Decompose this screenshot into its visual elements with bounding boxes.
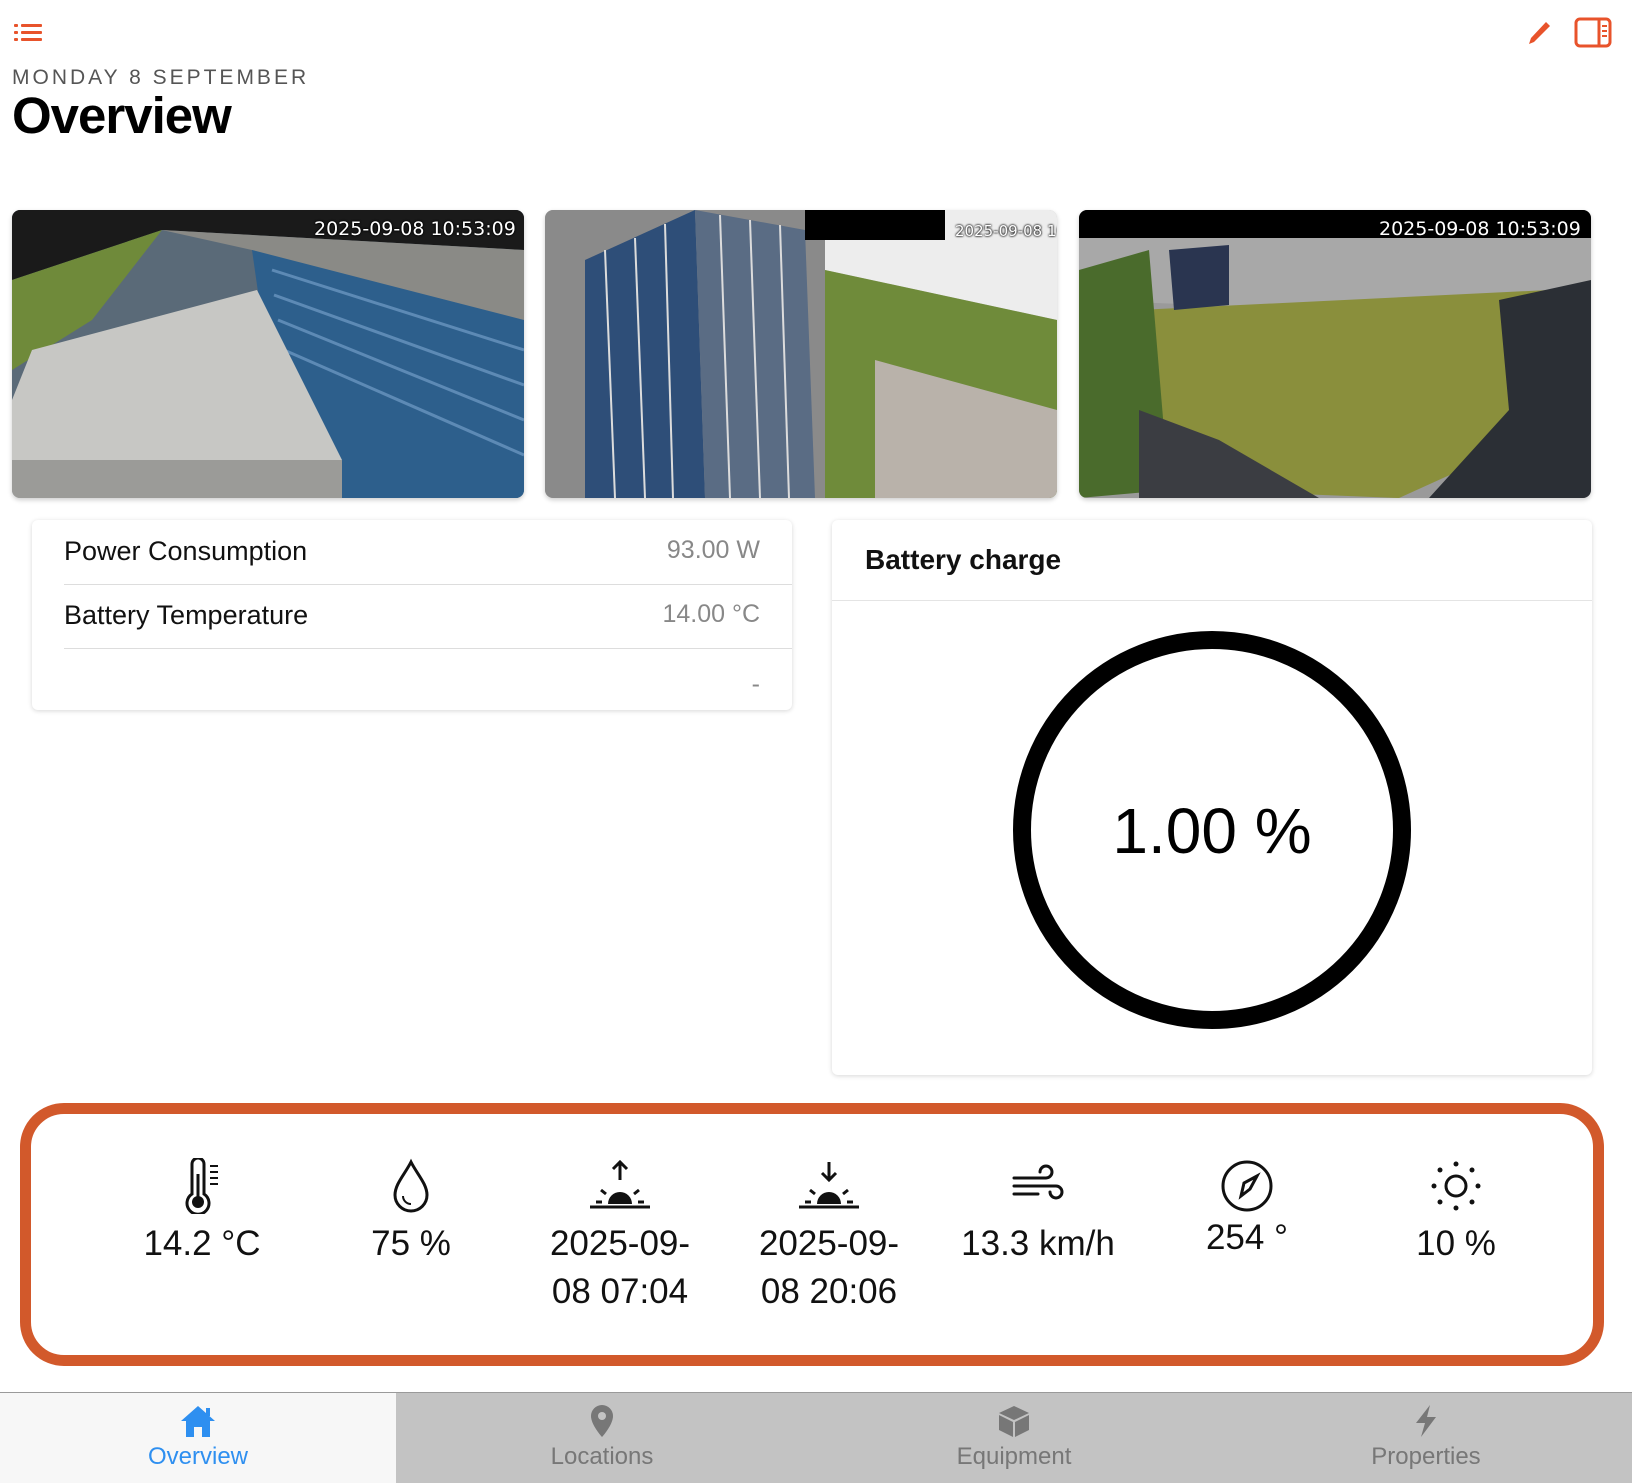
camera-image-field — [1079, 210, 1591, 498]
tab-bar: Overview Locations Equipment Properties — [0, 1392, 1632, 1483]
compass-icon — [1221, 1160, 1273, 1212]
menu-button[interactable] — [14, 20, 44, 46]
weather-item-wind-speed: 13.3 km/h — [933, 1114, 1143, 1268]
weather-panel: 14.2 °C 75 % 2025-09- 08 07:04 2025-09- … — [20, 1103, 1604, 1366]
sunset-icon — [799, 1162, 859, 1209]
sun-icon — [1431, 1161, 1481, 1211]
card-title: Battery charge — [865, 544, 1062, 575]
sunrise-icon — [590, 1159, 650, 1209]
camera-feed-3[interactable]: 2025-09-08 10:53:09 — [1079, 210, 1591, 498]
tab-label: Properties — [1371, 1443, 1481, 1470]
weather-value: 254 ° — [1205, 1218, 1289, 1257]
weather-value: 08 07:04 — [551, 1272, 689, 1311]
weather-item-humidity: 75 % — [306, 1114, 516, 1268]
sensor-value: - — [751, 670, 760, 698]
weather-value: 14.2 °C — [143, 1224, 261, 1263]
tab-label: Equipment — [956, 1443, 1072, 1470]
camera-feed-2[interactable]: 2025-09-08 10:53: — [545, 210, 1057, 498]
weather-item-wind-direction: 254 ° — [1142, 1114, 1352, 1262]
location-pin-icon — [591, 1405, 613, 1437]
sensor-row[interactable]: - — [64, 648, 792, 712]
tab-equipment[interactable]: Equipment — [808, 1393, 1220, 1483]
tab-properties[interactable]: Properties — [1220, 1393, 1632, 1483]
sensor-row[interactable]: Battery Temperature 14.00 °C — [64, 584, 792, 649]
battery-percentage: 1.00 % — [1112, 795, 1312, 867]
tab-label: Locations — [550, 1443, 654, 1470]
sidebar-icon — [1574, 17, 1612, 48]
list-icon — [14, 24, 42, 41]
sensor-value: 14.00 °C — [662, 600, 760, 628]
battery-gauge: 1.00 % — [1012, 630, 1412, 1030]
page-title: Overview — [12, 87, 232, 144]
camera-timestamp: 2025-09-08 10:53:09 — [314, 218, 516, 240]
home-icon — [181, 1406, 215, 1437]
sensor-row[interactable]: Power Consumption 93.00 W — [64, 520, 792, 585]
weather-item-cloud-cover: 10 % — [1351, 1114, 1561, 1268]
card-header: Battery charge — [832, 520, 1592, 601]
weather-item-sunset: 2025-09- 08 20:06 — [724, 1114, 934, 1316]
tab-label: Overview — [147, 1443, 249, 1470]
pencil-icon — [1529, 22, 1550, 44]
battery-charge-card: Battery charge 1.00 % — [832, 520, 1592, 1075]
weather-item-sunrise: 2025-09- 08 07:04 — [515, 1114, 725, 1316]
camera-timestamp: 2025-09-08 10:53: — [955, 222, 1057, 240]
tab-locations[interactable]: Locations — [396, 1393, 808, 1483]
sidebar-toggle-button[interactable] — [1574, 16, 1614, 50]
edit-button[interactable] — [1524, 18, 1554, 48]
sensor-label: Power Consumption — [64, 536, 308, 566]
weather-value: 10 % — [1416, 1224, 1496, 1263]
thermometer-icon — [185, 1158, 218, 1214]
weather-item-temperature: 14.2 °C — [97, 1114, 307, 1268]
weather-value: 13.3 km/h — [961, 1224, 1115, 1263]
tab-overview[interactable]: Overview — [0, 1393, 396, 1483]
camera-image-solar-panels — [545, 210, 1057, 498]
lightning-icon — [1416, 1405, 1436, 1437]
weather-value: 2025-09- — [758, 1224, 900, 1263]
weather-value: 75 % — [371, 1224, 451, 1263]
water-drop-icon — [393, 1158, 429, 1213]
camera-feed-1[interactable]: 2025-09-08 10:53:09 — [12, 210, 524, 498]
wind-icon — [1012, 1164, 1064, 1200]
sensor-label: Battery Temperature — [64, 600, 309, 630]
weather-value: 2025-09- — [549, 1224, 691, 1263]
camera-image-container-roof — [12, 210, 524, 498]
sensor-value: 93.00 W — [666, 536, 760, 564]
box-icon — [999, 1406, 1029, 1437]
camera-timestamp: 2025-09-08 10:53:09 — [1379, 218, 1581, 240]
weather-value: 08 20:06 — [760, 1272, 898, 1311]
sensor-readings-card: Power Consumption 93.00 W Battery Temper… — [32, 520, 792, 710]
